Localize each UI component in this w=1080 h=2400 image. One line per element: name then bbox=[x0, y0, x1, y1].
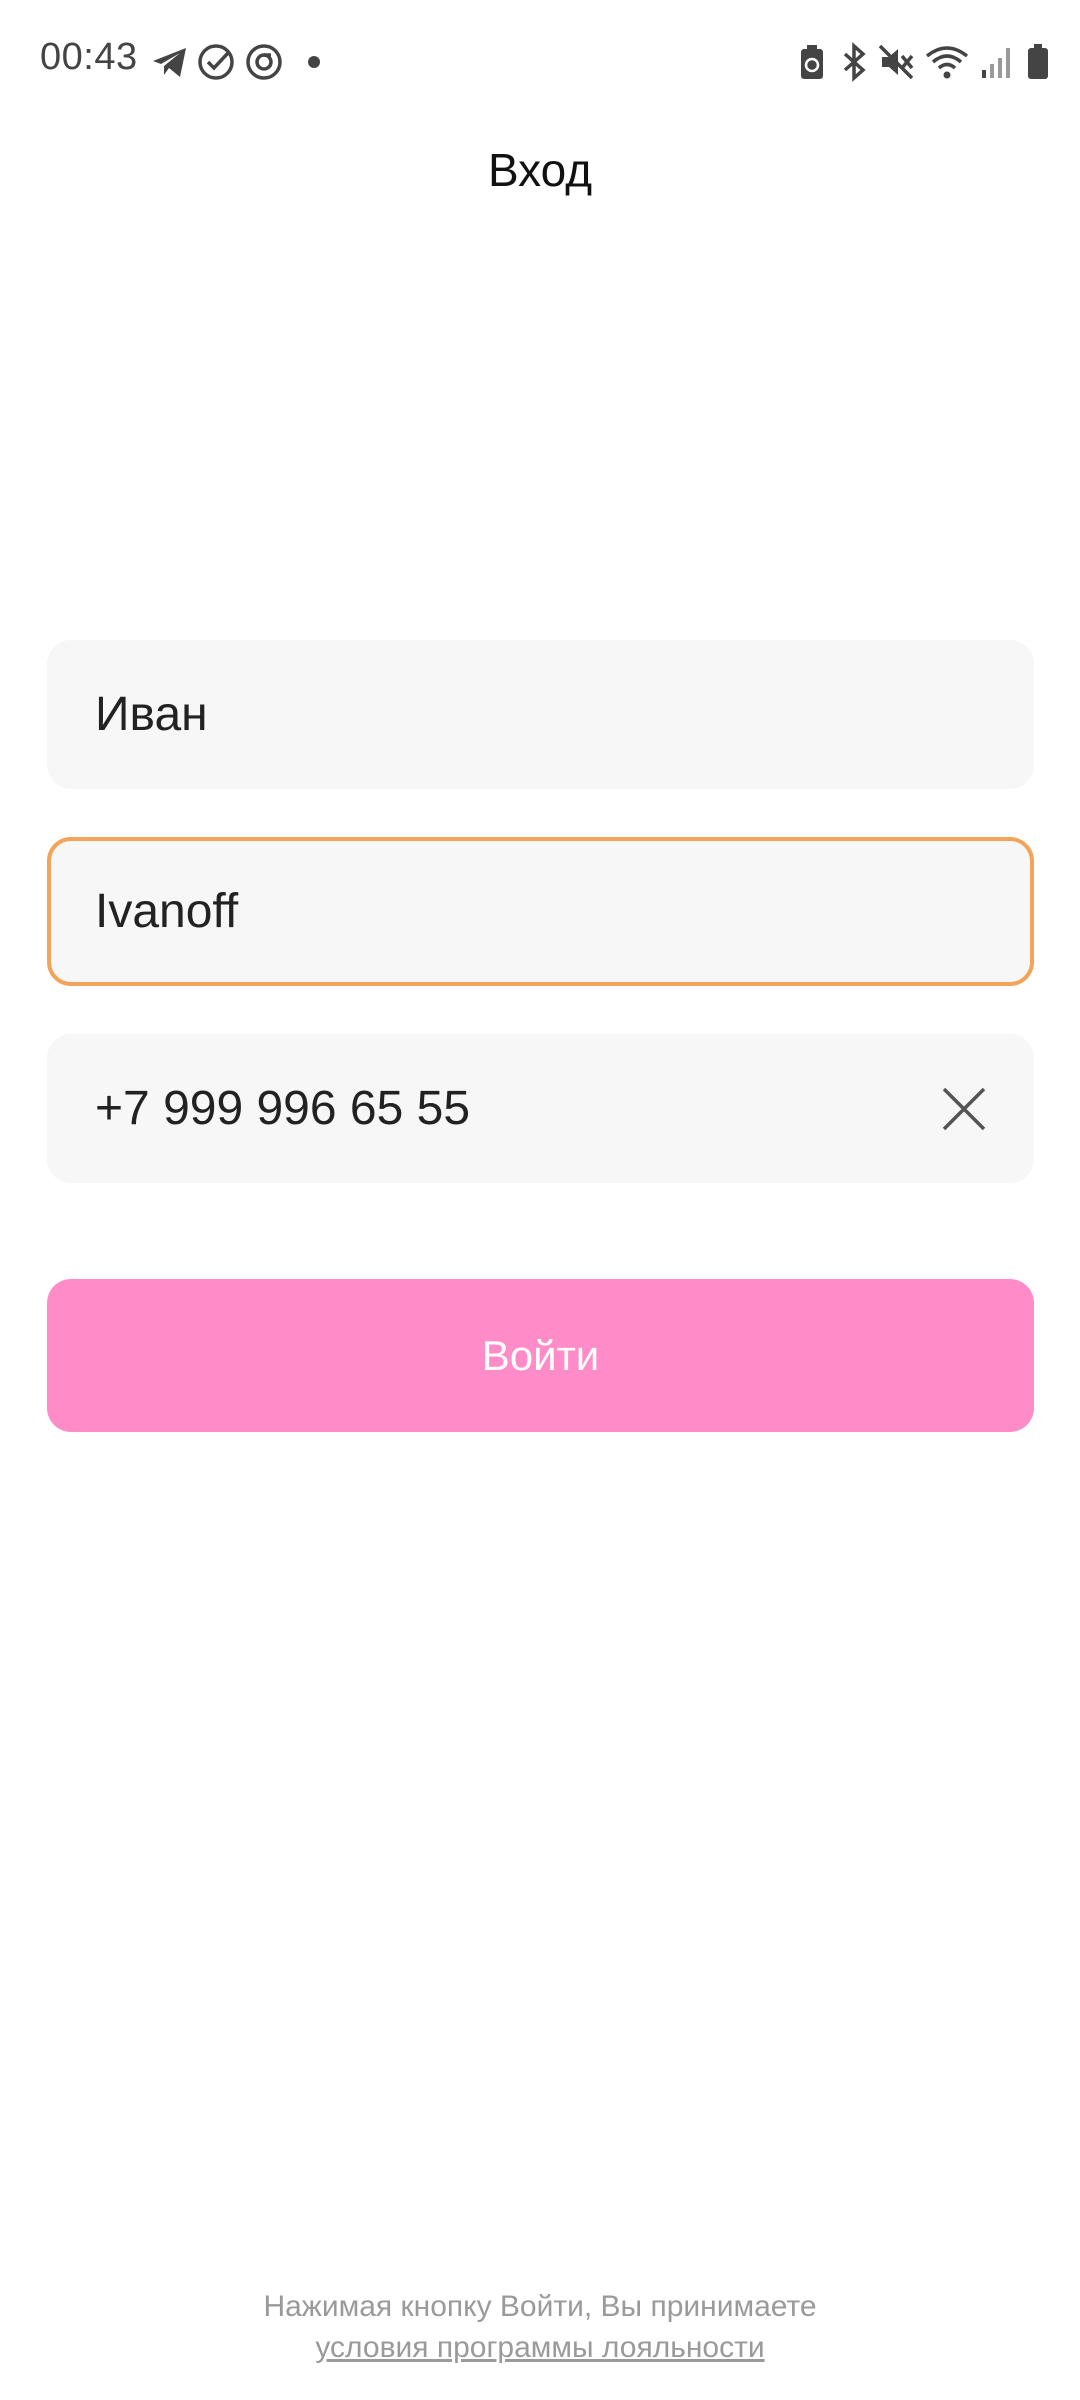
phone-input[interactable] bbox=[95, 1034, 915, 1183]
first-name-field[interactable] bbox=[47, 640, 1034, 789]
status-bar: 00:43 bbox=[0, 0, 1080, 120]
clear-phone-button[interactable] bbox=[938, 1083, 990, 1135]
first-name-input[interactable] bbox=[95, 640, 915, 789]
login-button[interactable]: Войти bbox=[47, 1279, 1034, 1432]
page-title: Вход bbox=[487, 144, 593, 196]
mute-icon bbox=[876, 42, 916, 82]
telegram-icon bbox=[150, 42, 190, 82]
battery-saver-icon bbox=[792, 42, 832, 82]
last-name-input[interactable] bbox=[95, 841, 915, 982]
wifi-icon bbox=[924, 42, 970, 82]
loyalty-terms-link[interactable]: условия программы лояльности bbox=[0, 2331, 1080, 2365]
sync-icon bbox=[244, 42, 284, 82]
status-time: 00:43 bbox=[40, 36, 138, 78]
close-icon bbox=[942, 1087, 986, 1130]
bluetooth-icon bbox=[834, 42, 874, 82]
check-circle-icon bbox=[196, 42, 236, 82]
battery-icon bbox=[1018, 42, 1058, 82]
last-name-field[interactable] bbox=[47, 837, 1034, 986]
signal-icon bbox=[978, 42, 1018, 82]
phone-field[interactable] bbox=[47, 1034, 1034, 1183]
notification-dot-icon bbox=[296, 42, 336, 82]
terms-note: Нажимая кнопку Войти, Вы принимаете bbox=[263, 2290, 817, 2323]
